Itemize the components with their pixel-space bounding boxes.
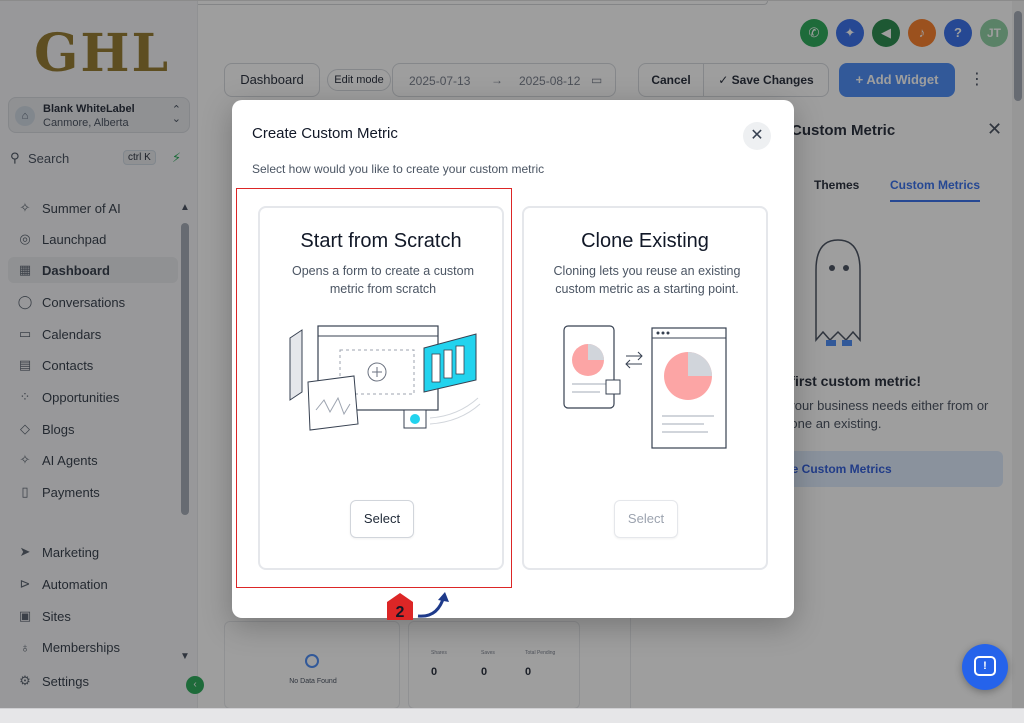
step-number: 2 bbox=[396, 604, 405, 621]
step-marker: 2 bbox=[387, 593, 413, 621]
card-description: Cloning lets you reuse an existing custo… bbox=[553, 264, 741, 296]
close-icon[interactable]: ✕ bbox=[743, 122, 771, 150]
modal-subtitle: Select how would you like to create your… bbox=[252, 162, 545, 176]
modal-title: Create Custom Metric bbox=[252, 125, 398, 142]
chat-support-button[interactable]: ! bbox=[962, 644, 1008, 690]
chat-icon: ! bbox=[974, 656, 996, 676]
card-title: Clone Existing bbox=[581, 230, 709, 252]
curved-arrow-icon bbox=[417, 592, 449, 618]
clone-illustration bbox=[563, 325, 727, 449]
tutorial-highlight-box bbox=[236, 188, 512, 588]
window-bottom-bar bbox=[0, 708, 1024, 723]
select-clone-button[interactable]: Select bbox=[614, 500, 678, 538]
clone-existing-card[interactable]: Clone Existing Cloning lets you reuse an… bbox=[522, 206, 768, 570]
